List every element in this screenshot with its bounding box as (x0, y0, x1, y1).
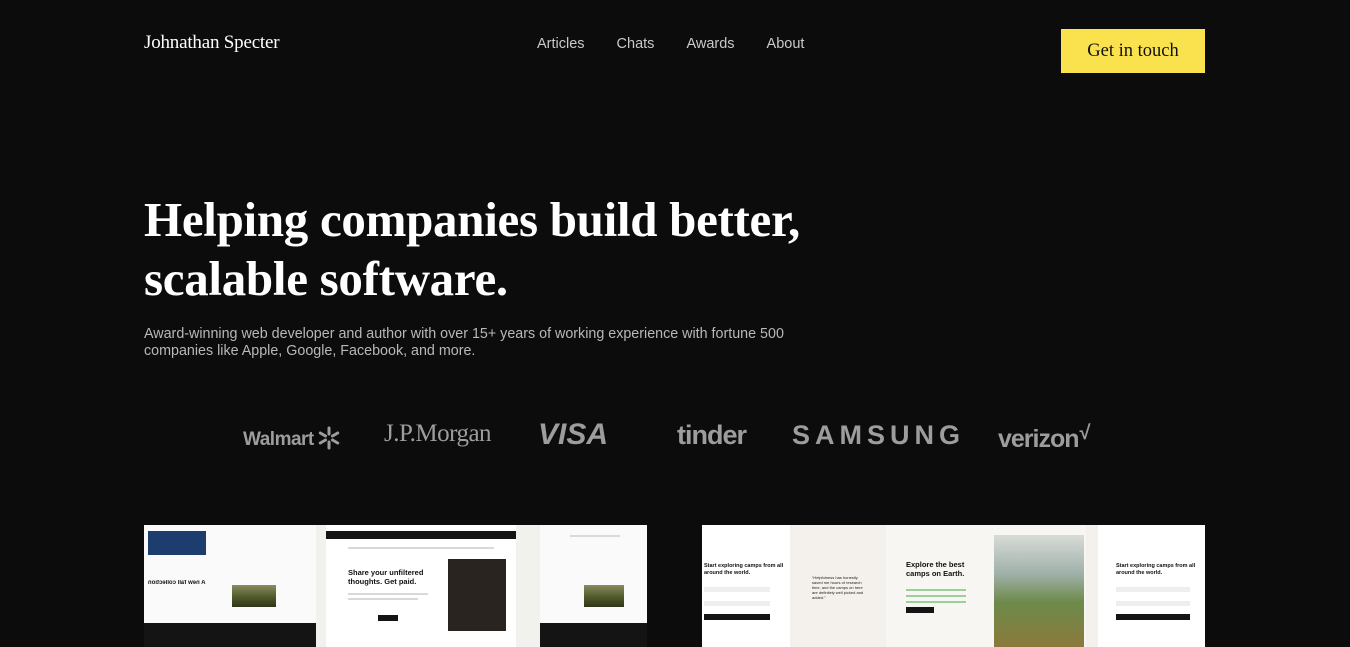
thumbnail-banner (326, 531, 516, 539)
visa-logo: VISA (538, 418, 609, 451)
thumbnail-headline: Share your unfiltered thoughts. Get paid… (348, 568, 424, 586)
walmart-spark-icon (318, 426, 339, 450)
walmart-logo: Walmart (243, 426, 341, 451)
thumbnail-input (1116, 601, 1190, 606)
project-thumbnail-camps[interactable]: Start exploring camps from all around th… (702, 525, 1205, 647)
brand-name[interactable]: Johnathan Specter (144, 32, 280, 54)
samsung-logo: SAMSUNG (792, 420, 966, 450)
nav-about[interactable]: About (767, 36, 805, 52)
nav-awards[interactable]: Awards (686, 36, 734, 52)
site-header: Johnathan Specter Articles Chats Awards … (0, 0, 1350, 100)
thumbnail-image (584, 585, 624, 607)
thumbnail-line (906, 601, 966, 603)
thumbnail-footer (144, 623, 316, 647)
thumbnail-button (906, 607, 934, 613)
thumbnail-line (570, 535, 620, 537)
thumbnail-input (704, 587, 770, 592)
nav-articles[interactable]: Articles (537, 36, 585, 52)
thumbnail-line (906, 589, 966, 591)
thumbnail-heading: Start exploring camps from all around th… (1116, 563, 1196, 576)
thumbnail-panel-right: Start exploring camps from all around th… (1098, 525, 1205, 647)
thumbnail-nav (348, 547, 494, 549)
thumbnail-photo (448, 559, 506, 631)
hero-subtitle: Award-winning web developer and author w… (144, 326, 844, 360)
verizon-wordmark: verizon (998, 425, 1080, 453)
hero-subtitle-line-1: Award-winning web developer and author w… (144, 326, 784, 342)
thumbnail-panel-left: A new fall collection (144, 525, 316, 647)
thumbnail-line (348, 593, 428, 595)
thumbnail-heading: Start exploring camps from all around th… (704, 563, 784, 576)
thumbnail-photo (994, 535, 1084, 647)
jpmorgan-logo: J.P.Morgan (384, 420, 492, 447)
thumbnail-button (378, 615, 398, 621)
tinder-logo: tinder (677, 420, 747, 450)
nav-chats[interactable]: Chats (617, 36, 655, 52)
hero-title: Helping companies build better, scalable… (144, 190, 864, 308)
thumbnail-heading: Explore the best camps on Earth. (906, 560, 965, 578)
hero-subtitle-line-2: companies like Apple, Google, Facebook, … (144, 343, 476, 359)
thumbnail-image (232, 585, 276, 607)
hero-title-line-1: Helping companies build better, (144, 192, 800, 247)
thumbnail-line (348, 598, 418, 600)
thumbnail-line (906, 595, 966, 597)
mirrored-text: A new fall collection (148, 580, 206, 586)
thumbnail-panel-right (540, 525, 647, 647)
thumbnail-panel-center: Share your unfiltered thoughts. Get paid… (326, 525, 516, 647)
thumbnail-quote: “Helpfulness has honestly saved me hours… (812, 575, 864, 600)
thumbnail-image (148, 531, 206, 555)
main-nav: Articles Chats Awards About (537, 36, 804, 52)
thumbnail-input (1116, 587, 1190, 592)
thumbnail-footer (540, 623, 647, 647)
verizon-check-icon: √ (1079, 422, 1091, 444)
thumbnail-button (1116, 614, 1190, 620)
hero-title-line-2: scalable software. (144, 251, 508, 306)
verizon-logo: verizon√ (998, 422, 1091, 454)
thumbnail-panel-quote: “Helpfulness has honestly saved me hours… (802, 525, 874, 647)
walmart-wordmark: Walmart (243, 429, 314, 450)
thumbnail-input (704, 601, 770, 606)
thumbnail-button (704, 614, 770, 620)
get-in-touch-button[interactable]: Get in touch (1061, 29, 1205, 73)
thumbnail-panel-center: Explore the best camps on Earth. (886, 525, 1086, 647)
project-thumbnail-writers[interactable]: A new fall collection Share your unfilte… (144, 525, 647, 647)
thumbnail-panel-left: Start exploring camps from all around th… (702, 525, 790, 647)
client-logos: Walmart J.P.Morgan VISA tinder SAMSUNG v… (0, 412, 1350, 462)
